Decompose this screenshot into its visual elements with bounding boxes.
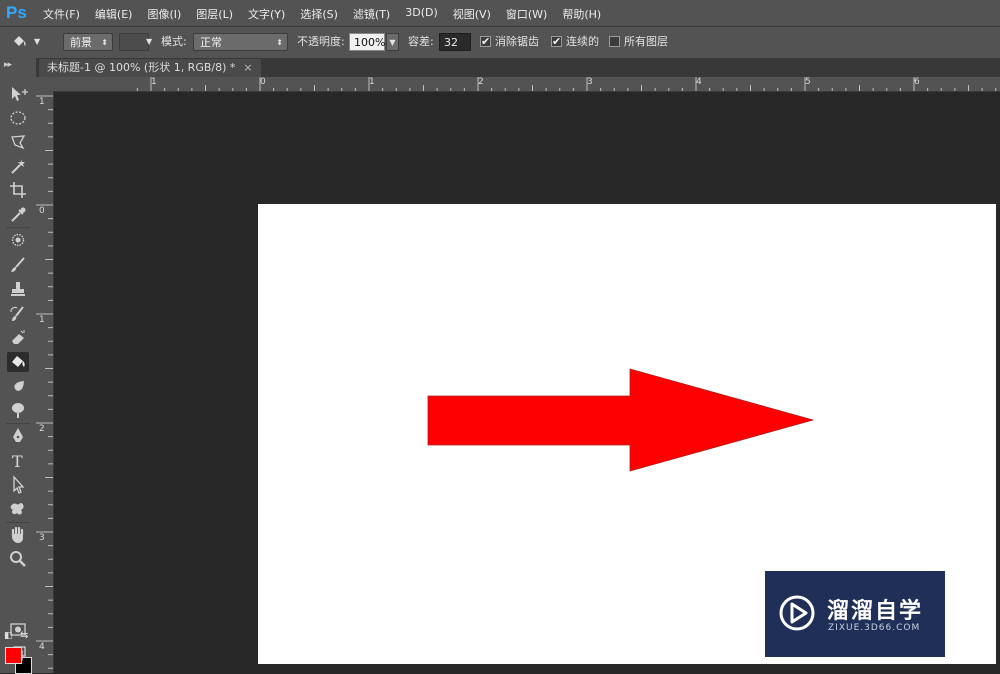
foreground-color-swatch[interactable] (5, 647, 22, 664)
ruler-label: 2 (39, 424, 45, 434)
ruler-label: 0 (260, 77, 266, 87)
pen-icon[interactable] (7, 426, 29, 446)
ruler-label: 3 (39, 533, 45, 543)
tolerance-label: 容差: (408, 35, 434, 48)
play-logo-icon (779, 595, 815, 631)
magic-wand-icon[interactable] (7, 156, 29, 176)
toolbox-separator (6, 423, 30, 424)
watermark: 溜溜自学 ZIXUE.3D66.COM (765, 571, 945, 657)
opacity-label: 不透明度: (297, 35, 345, 48)
vertical-ruler[interactable]: 1 0 1 2 3 4 (36, 91, 54, 673)
document-tab[interactable]: 未标题-1 @ 100% (形状 1, RGB/8) * × (39, 59, 261, 77)
ruler-label: 0 (39, 206, 45, 216)
menu-image[interactable]: 图像(I) (147, 6, 181, 22)
contiguous-option[interactable]: 连续的 (551, 33, 599, 51)
ruler-label: 3 (587, 77, 593, 87)
ruler-label: 4 (696, 77, 702, 87)
antialias-label: 消除锯齿 (495, 35, 539, 48)
type-icon[interactable]: T (7, 451, 29, 471)
history-brush-icon[interactable] (7, 304, 29, 324)
ruler-corner[interactable] (36, 77, 54, 92)
clone-stamp-icon[interactable] (7, 280, 29, 300)
lasso-icon[interactable] (7, 132, 29, 152)
document-tab-bar: 未标题-1 @ 100% (形状 1, RGB/8) * × (36, 58, 1000, 77)
contiguous-label: 连续的 (566, 35, 599, 48)
all-layers-checkbox[interactable] (609, 36, 620, 47)
elliptical-marquee-icon[interactable] (7, 108, 29, 128)
fill-source-value: 前景 (70, 36, 92, 49)
eyedropper-icon[interactable] (7, 204, 29, 224)
updown-icon: ⬍ (276, 38, 283, 47)
watermark-url: ZIXUE.3D66.COM (828, 623, 921, 633)
tool-preset-picker[interactable] (8, 31, 30, 53)
healing-brush-icon[interactable] (7, 230, 29, 250)
menu-edit[interactable]: 编辑(E) (95, 6, 133, 22)
toolbox: ▸▸ T ◧ ⇆ (0, 58, 37, 674)
opacity-input[interactable]: 100% (349, 33, 385, 51)
pattern-dropdown-arrow[interactable]: ▼ (146, 33, 152, 51)
all-layers-label: 所有图层 (624, 35, 668, 48)
all-layers-option[interactable]: 所有图层 (609, 33, 668, 51)
dodge-icon[interactable] (7, 400, 29, 420)
menu-window[interactable]: 窗口(W) (506, 6, 547, 22)
zoom-icon[interactable] (7, 549, 29, 569)
brush-icon[interactable] (7, 255, 29, 275)
ruler-label: 2 (478, 77, 484, 87)
options-bar: ▼ 前景 ⬍ ▼ 模式: 正常 ⬍ 不透明度: 100% ▼ 容差: 32 消除… (0, 27, 1000, 59)
ruler-label: 1 (39, 97, 45, 107)
menu-layer[interactable]: 图层(L) (196, 6, 233, 22)
menu-select[interactable]: 选择(S) (300, 6, 338, 22)
fill-source-dropdown[interactable]: 前景 ⬍ (63, 33, 113, 51)
menu-type[interactable]: 文字(Y) (248, 6, 285, 22)
menu-items: 文件(F) 编辑(E) 图像(I) 图层(L) 文字(Y) 选择(S) 滤镜(T… (43, 6, 616, 22)
menu-view[interactable]: 视图(V) (453, 6, 491, 22)
eraser-icon[interactable] (7, 328, 29, 348)
toolbox-separator (6, 227, 30, 228)
crop-icon[interactable] (7, 180, 29, 200)
ruler-ticks (136, 77, 997, 91)
hand-icon[interactable] (7, 525, 29, 545)
watermark-title: 溜溜自学 (827, 599, 924, 624)
mode-dropdown[interactable]: 正常 ⬍ (193, 33, 288, 51)
path-selection-icon[interactable] (7, 475, 29, 495)
menu-bar: Ps 文件(F) 编辑(E) 图像(I) 图层(L) 文字(Y) 选择(S) 滤… (0, 0, 1000, 27)
preset-dropdown-arrow[interactable]: ▼ (34, 33, 40, 51)
menu-filter[interactable]: 滤镜(T) (353, 6, 390, 22)
opacity-dropdown-arrow[interactable]: ▼ (386, 33, 399, 51)
mode-value: 正常 (200, 36, 222, 49)
paint-bucket-icon[interactable] (7, 352, 29, 372)
ruler-label: 4 (39, 642, 45, 652)
antialias-option[interactable]: 消除锯齿 (480, 33, 539, 51)
ruler-label: 1 (39, 315, 45, 325)
updown-icon: ⬍ (101, 38, 108, 47)
move-icon[interactable] (7, 84, 29, 104)
menu-3d[interactable]: 3D(D) (405, 6, 438, 22)
document-tab-title: 未标题-1 @ 100% (形状 1, RGB/8) * (47, 61, 236, 74)
svg-text:T: T (12, 452, 23, 471)
ruler-label: 1 (151, 77, 157, 87)
quick-mask-icon[interactable] (7, 620, 29, 640)
mode-label: 模式: (161, 35, 187, 48)
ruler-label: 1 (369, 77, 375, 87)
antialias-checkbox[interactable] (480, 33, 491, 51)
horizontal-ruler[interactable]: 1 0 1 2 3 4 5 6 (54, 77, 1000, 92)
pattern-picker[interactable] (119, 33, 149, 51)
toolbox-separator (6, 522, 30, 523)
menu-file[interactable]: 文件(F) (43, 6, 80, 22)
contiguous-checkbox[interactable] (551, 33, 562, 51)
photoshop-logo: Ps (6, 3, 27, 22)
custom-shape-icon[interactable] (7, 499, 29, 519)
toolbox-collapse-icon[interactable]: ▸▸ (4, 60, 12, 70)
ruler-label: 5 (805, 77, 811, 87)
ruler-ticks (36, 95, 53, 669)
close-icon[interactable]: × (243, 61, 252, 74)
ruler-label: 6 (914, 77, 920, 87)
menu-help[interactable]: 帮助(H) (562, 6, 601, 22)
tolerance-input[interactable]: 32 (439, 33, 471, 51)
paint-bucket-icon (14, 36, 26, 46)
blur-icon[interactable] (7, 376, 29, 396)
